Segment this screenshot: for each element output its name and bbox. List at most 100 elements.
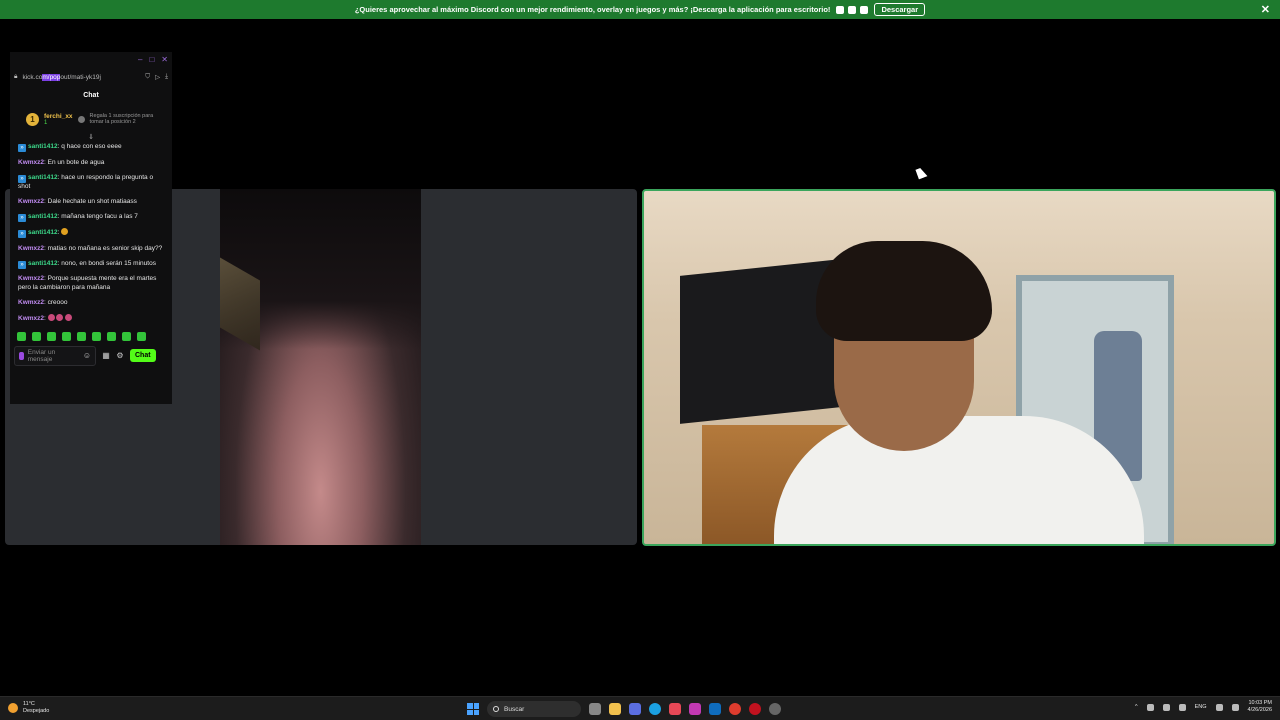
minimize-icon[interactable]: – [138, 55, 142, 64]
top-gifter-count: 1 [44, 119, 48, 126]
message-text: nono, en bondi serán 15 minutos [61, 259, 156, 267]
gift-icon[interactable]: ▦ [102, 351, 110, 360]
taskbar-search[interactable]: Buscar [487, 701, 581, 717]
emote-icon[interactable] [122, 332, 131, 341]
emote-icon[interactable] [107, 332, 116, 341]
emote-icon[interactable] [47, 332, 56, 341]
emote-icon [47, 313, 55, 321]
discord-icon[interactable] [629, 703, 641, 715]
message-text: creooo [47, 298, 68, 306]
chevron-up-icon[interactable]: ^ [1135, 704, 1138, 710]
video-feed-left [220, 189, 421, 545]
chat-message: Kwmxz2: creooo [18, 298, 68, 306]
close-icon[interactable]: ✕ [161, 55, 168, 64]
message-username[interactable]: santi1412 [28, 174, 58, 181]
emote-icon[interactable] [32, 332, 41, 341]
message-username[interactable]: Kwmxz2 [18, 275, 44, 282]
chat-popout-window[interactable]: – □ ✕ 🔒︎ kick.com/popout/mati-yk19j ⛉ ▷ … [10, 52, 172, 404]
emote-icon[interactable] [92, 332, 101, 341]
message-username[interactable]: santi1412 [28, 213, 58, 220]
wifi-icon[interactable] [1215, 703, 1223, 711]
message-username[interactable]: Kwmxz2 [18, 198, 44, 205]
emote-icon [65, 313, 73, 321]
mouse-cursor [915, 166, 928, 180]
message-username[interactable]: Kwmxz2 [18, 299, 44, 306]
send-icon[interactable]: ▷ [155, 73, 160, 81]
scroll-down-icon[interactable]: ⇓ [10, 133, 172, 143]
download-button[interactable]: Descargar [874, 3, 926, 16]
top-gifter-card[interactable]: 1 ferchi_xx 1 Regala 1 suscripción para … [10, 105, 172, 133]
volume-icon[interactable] [1231, 703, 1239, 711]
weather-text: 11°C Despejado [23, 701, 49, 715]
instagram-icon[interactable] [689, 703, 701, 715]
chat-message: Kwmxz2: Porque supuesta mente era el mar… [18, 275, 157, 291]
tray-app-icon[interactable] [1178, 703, 1186, 711]
discord-download-banner: ¿Quieres aprovechar al máximo Discord co… [0, 0, 1280, 19]
chat-input[interactable]: Enviar un mensaje ☺ [14, 345, 96, 366]
opera-icon[interactable] [749, 703, 761, 715]
message-text: q hace con eso eeee [61, 143, 122, 150]
video-content [816, 241, 992, 341]
message-username[interactable]: santi1412 [28, 260, 58, 267]
video-content [774, 416, 1144, 544]
weather-condition: Despejado [23, 708, 50, 714]
chat-message: » santi1412: hace un respondo la pregunta… [18, 173, 154, 190]
url-part: out/mati-yk19j [60, 73, 101, 81]
windows-logo-icon [467, 709, 473, 715]
message-username[interactable]: Kwmxz2 [18, 245, 44, 252]
windows-icon [860, 5, 869, 14]
emote-icon[interactable] [17, 332, 26, 341]
url-selection: m/pop [42, 73, 61, 81]
app-icon[interactable] [769, 703, 781, 715]
top-gifter-info: ferchi_xx 1 [44, 113, 73, 126]
chat-messages: » santi1412: q hace con eso eeee Kwmxz2: … [10, 143, 172, 323]
windows-logo-icon [473, 703, 479, 709]
emote-icon[interactable] [62, 332, 71, 341]
emote-icon[interactable] [77, 332, 86, 341]
microphone-icon[interactable] [1162, 703, 1170, 711]
chrome-icon[interactable] [729, 703, 741, 715]
gear-icon[interactable]: ⚙ [116, 351, 124, 360]
task-view-icon[interactable] [589, 703, 601, 715]
close-icon[interactable]: ✕ [1261, 3, 1270, 16]
maximize-icon[interactable]: □ [149, 55, 154, 64]
mail-icon[interactable] [709, 703, 721, 715]
message-username[interactable]: Kwmxz2 [18, 159, 44, 166]
windows-logo-icon [467, 703, 473, 709]
language-indicator[interactable]: ENG [1195, 704, 1207, 710]
system-tray: ^ ENG 10:03 PM 4/26/2026 [1135, 700, 1272, 714]
apple-icon [836, 5, 845, 14]
file-explorer-icon[interactable] [609, 703, 621, 715]
start-button[interactable] [467, 703, 479, 715]
clock-date: 4/26/2026 [1247, 707, 1272, 713]
emote-icon[interactable] [137, 332, 146, 341]
address-bar: 🔒︎ kick.com/popout/mati-yk19j ⛉ ▷ ⤓ [10, 67, 172, 87]
clock-time: 10:03 PM [1248, 700, 1272, 706]
android-icon [848, 5, 857, 14]
message-username[interactable]: santi1412 [28, 229, 58, 236]
clock[interactable]: 10:03 PM 4/26/2026 [1248, 700, 1272, 714]
chat-message: » santi1412: nono, en bondi serán 15 minu… [18, 260, 164, 269]
message-username[interactable]: santi1412 [28, 143, 58, 150]
chat-message: » santi1412: [18, 228, 164, 238]
top-gifter-name: ferchi_xx [44, 112, 73, 120]
edge-icon[interactable] [649, 703, 661, 715]
shield-icon[interactable]: ⛉ [145, 73, 150, 81]
video-tile-right[interactable] [642, 189, 1276, 546]
taskbar: 11°C Despejado Buscar ^ ENG 10:03 PM 4/2… [0, 696, 1280, 720]
store-icon[interactable] [669, 703, 681, 715]
chat-message: » santi1412: q hace con eso eeee [18, 143, 164, 152]
message-username[interactable]: Kwmxz2 [18, 315, 44, 322]
window-controls: – □ ✕ [10, 52, 172, 67]
temperature: 11°C [23, 701, 35, 707]
url-part: kick.co [22, 73, 43, 81]
url-text[interactable]: kick.com/popout/mati-yk19j [22, 73, 140, 81]
tray-app-icon[interactable] [1146, 703, 1154, 711]
send-chat-button[interactable]: Chat [130, 349, 156, 362]
banner-message: ¿Quieres aprovechar al máximo Discord co… [354, 5, 831, 14]
quick-emote-bar [10, 330, 172, 344]
emoji-icon[interactable]: ☺ [83, 351, 91, 360]
download-icon[interactable]: ⤓ [165, 73, 168, 81]
weather-widget[interactable]: 11°C Despejado [8, 701, 49, 715]
message-text: mañana tengo facu a las 7 [61, 212, 138, 220]
